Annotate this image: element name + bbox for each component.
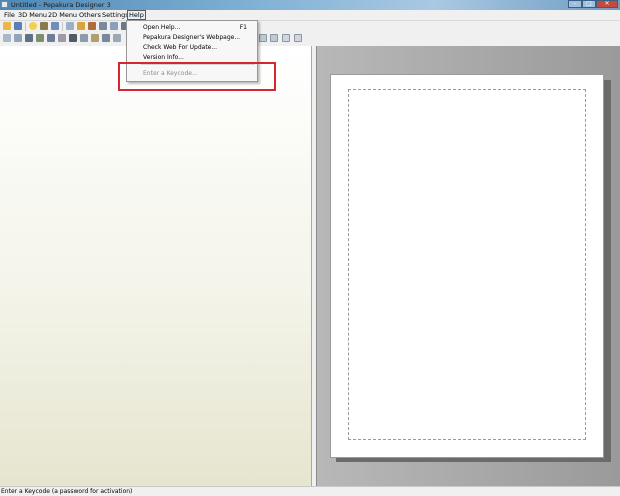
- menu-item-webpage[interactable]: Pepakura Designer's Webpage...: [127, 33, 257, 42]
- highlight-annotation: [118, 62, 276, 91]
- menu-item-label: Check Web For Update...: [143, 44, 218, 51]
- open-icon[interactable]: [3, 22, 11, 30]
- monitor-icon[interactable]: [69, 34, 77, 42]
- brush-icon[interactable]: [88, 22, 96, 30]
- anchor-icon[interactable]: [99, 22, 107, 30]
- menu-item-label: Open Help...: [143, 24, 181, 31]
- line-icon[interactable]: [102, 34, 110, 42]
- menu-settings[interactable]: Settings: [101, 11, 130, 19]
- menu-others[interactable]: Others: [78, 11, 102, 19]
- status-text: Enter a Keycode (a password for activati…: [1, 488, 133, 495]
- zoom-in-icon[interactable]: [259, 34, 267, 42]
- join-icon[interactable]: [36, 34, 44, 42]
- menu-item-shortcut: F1: [239, 24, 247, 31]
- menu-item-version-info[interactable]: Version Info...: [127, 53, 257, 62]
- menu-file[interactable]: File: [3, 11, 16, 19]
- maximize-icon[interactable]: □: [582, 0, 596, 8]
- view-icon[interactable]: [51, 22, 59, 30]
- window-controls: – □ ✕: [568, 0, 618, 9]
- rotate-icon[interactable]: [66, 22, 74, 30]
- model-icon[interactable]: [40, 22, 48, 30]
- menu-item-check-update[interactable]: Check Web For Update...: [127, 43, 257, 52]
- edit-toolbar: [0, 33, 620, 44]
- menu-bar: File 3D Menu 2D Menu Others Settings Hel…: [0, 10, 620, 21]
- flap-icon[interactable]: [80, 34, 88, 42]
- pencil-icon[interactable]: [77, 22, 85, 30]
- menu-3d[interactable]: 3D Menu: [17, 11, 48, 19]
- actual-size-icon[interactable]: [294, 34, 302, 42]
- minimize-icon[interactable]: –: [568, 0, 582, 8]
- lightbulb-icon[interactable]: [29, 22, 37, 30]
- menu-2d[interactable]: 2D Menu: [47, 11, 78, 19]
- cube-icon[interactable]: [110, 22, 118, 30]
- status-bar: Enter a Keycode (a password for activati…: [0, 486, 620, 496]
- app-icon[interactable]: [1, 1, 8, 8]
- zoom-out-icon[interactable]: [270, 34, 278, 42]
- menu-item-label: Pepakura Designer's Webpage...: [143, 34, 241, 41]
- 3d-view-pane[interactable]: [0, 46, 312, 486]
- main-toolbar: [0, 21, 620, 32]
- menu-item-open-help[interactable]: Open Help... F1: [127, 23, 257, 32]
- menu-help[interactable]: Help: [127, 10, 146, 20]
- fit-page-icon[interactable]: [282, 34, 290, 42]
- book-icon[interactable]: [58, 34, 66, 42]
- menu-item-label: Version Info...: [143, 54, 184, 61]
- scissors-icon[interactable]: [91, 34, 99, 42]
- part-icon[interactable]: [47, 34, 55, 42]
- title-bar: Untitled - Pepakura Designer 3 – □ ✕: [0, 0, 620, 10]
- window-title: Untitled - Pepakura Designer 3: [11, 1, 111, 9]
- grid-icon[interactable]: [25, 34, 33, 42]
- text-icon[interactable]: [113, 34, 121, 42]
- close-icon[interactable]: ✕: [596, 0, 618, 8]
- select-icon[interactable]: [3, 34, 11, 42]
- edge-icon[interactable]: [14, 34, 22, 42]
- print-margin: [348, 89, 586, 440]
- save-icon[interactable]: [14, 22, 22, 30]
